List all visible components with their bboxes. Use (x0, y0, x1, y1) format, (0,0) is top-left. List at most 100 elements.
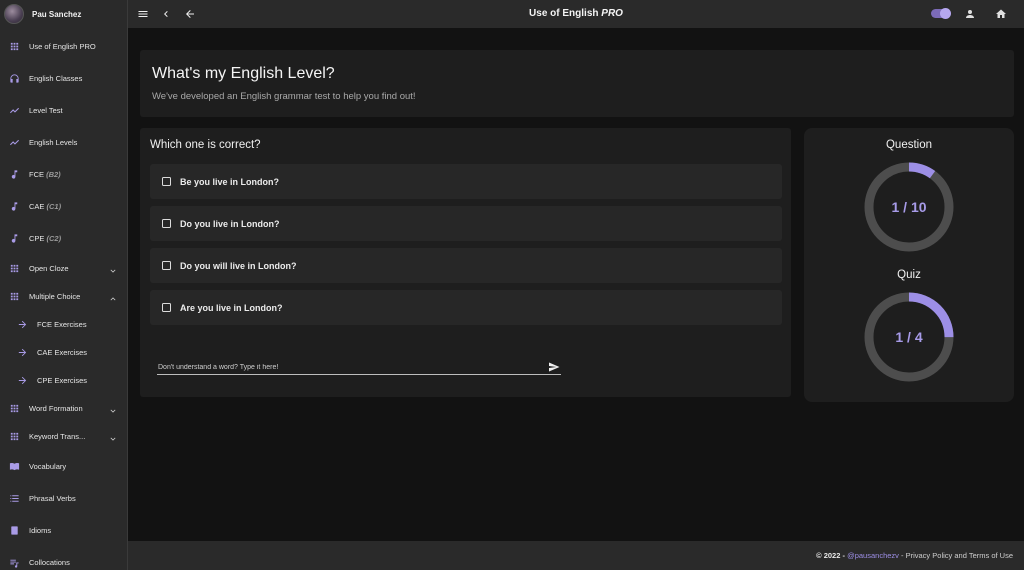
chevron-down-icon[interactable] (108, 263, 118, 273)
quiz-progress-text: 1 / 4 (895, 329, 923, 345)
footer-text: © 2022 - @pausanchezv - Privacy Policy a… (816, 551, 1013, 560)
arrow-right-icon (16, 318, 28, 330)
sidebar-item-label: Word Formation (29, 403, 83, 413)
sidebar-item-label: English Levels (29, 137, 78, 147)
chevron-down-icon[interactable] (108, 431, 118, 441)
arrow-right-icon (16, 374, 28, 386)
sidebar-item-english-levels[interactable]: English Levels (0, 131, 127, 153)
question-card: Which one is correct? Be you live in Lon… (140, 128, 791, 397)
answer-option-2[interactable]: Do you live in London? (150, 206, 782, 241)
sidebar-item-phrasal-verbs[interactable]: Phrasal Verbs (0, 487, 127, 509)
grid-icon (8, 40, 20, 52)
send-icon[interactable] (548, 360, 560, 372)
sidebar-item-label: CPE (C2) (29, 233, 62, 243)
sidebar-item-level: (C1) (46, 201, 62, 211)
sidebar-item-level: (B2) (46, 169, 61, 179)
answer-text: Are you live in London? (180, 302, 283, 313)
footer-policy-link[interactable]: Privacy Policy and Terms of Use (906, 551, 1013, 560)
theme-toggle[interactable] (931, 8, 951, 19)
sidebar-item-label: CAE (C1) (29, 201, 62, 211)
sidebar-item-fce-exercises[interactable]: FCE Exercises (0, 313, 127, 335)
sidebar-item-word-formation[interactable]: Word Formation (0, 397, 127, 419)
sidebar-item-cpe-exercises[interactable]: CPE Exercises (0, 369, 127, 391)
footer: © 2022 - @pausanchezv - Privacy Policy a… (128, 541, 1024, 570)
quiz-progress-label: Quiz (897, 269, 921, 281)
avatar[interactable] (4, 4, 24, 24)
music-note-icon (8, 168, 20, 180)
trend-line-icon (8, 136, 20, 148)
answer-checkbox[interactable] (162, 261, 171, 270)
sidebar-item-label: Level Test (29, 105, 63, 115)
answer-checkbox[interactable] (162, 177, 171, 186)
answer-option-3[interactable]: Do you will live in London? (150, 248, 782, 283)
sidebar-item-fce[interactable]: FCE (B2) (0, 163, 127, 185)
answer-text: Do you will live in London? (180, 260, 297, 271)
sidebar-item-label: CAE Exercises (37, 347, 88, 357)
grid-icon (8, 430, 20, 442)
answer-text: Do you live in London? (180, 218, 280, 229)
sidebar-item-cae[interactable]: CAE (C1) (0, 195, 127, 217)
sidebar: Pau Sanchez Use of English PRO English Cl… (0, 0, 128, 570)
sidebar-item-label: CPE Exercises (37, 375, 88, 385)
sidebar-item-vocabulary[interactable]: Vocabulary (0, 455, 127, 477)
music-note-icon (8, 200, 20, 212)
footer-copyright: © 2022 - (816, 551, 845, 560)
top-bar: Use of English PRO (128, 0, 1024, 28)
sidebar-item-label: FCE (B2) (29, 169, 61, 179)
playlist-icon (8, 556, 20, 568)
sidebar-item-label: Keyword Trans... (29, 431, 86, 441)
level-header-card: What's my English Level? We've developed… (140, 50, 1014, 117)
footer-handle-link[interactable]: @pausanchezv (847, 551, 899, 560)
sidebar-item-level: (C2) (46, 233, 62, 243)
theme-toggle-knob (940, 8, 951, 19)
sidebar-item-keyword-trans[interactable]: Keyword Trans... (0, 425, 127, 447)
sidebar-item-idioms[interactable]: Idioms (0, 519, 127, 541)
grid-icon (8, 262, 20, 274)
sidebar-item-label: Use of English PRO (29, 41, 96, 51)
headphones-icon (8, 72, 20, 84)
profile-name: Pau Sanchez (32, 9, 82, 19)
question-prompt: Which one is correct? (150, 139, 261, 151)
sidebar-item-label: Open Cloze (29, 263, 69, 273)
notebook-icon (8, 524, 20, 536)
app-title: Use of English PRO (128, 8, 1024, 19)
answer-option-4[interactable]: Are you live in London? (150, 290, 782, 325)
sidebar-item-label: FCE Exercises (37, 319, 87, 329)
sidebar-item-label: Multiple Choice (29, 291, 81, 301)
word-lookup-input[interactable] (157, 360, 561, 375)
book-icon (8, 460, 20, 472)
sidebar-item-open-cloze[interactable]: Open Cloze (0, 257, 127, 279)
chevron-down-icon[interactable] (108, 403, 118, 413)
sidebar-item-level-test[interactable]: Level Test (0, 99, 127, 121)
page-subtitle: We've developed an English grammar test … (152, 91, 416, 102)
sidebar-item-label: Collocations (29, 557, 70, 567)
music-note-icon (8, 232, 20, 244)
trend-line-icon (8, 104, 20, 116)
person-icon[interactable] (963, 7, 977, 21)
sidebar-item-cae-exercises[interactable]: CAE Exercises (0, 341, 127, 363)
sidebar-item-cpe[interactable]: CPE (C2) (0, 227, 127, 249)
app-title-suffix: PRO (601, 8, 623, 19)
answer-option-1[interactable]: Be you live in London? (150, 164, 782, 199)
sidebar-item-english-classes[interactable]: English Classes (0, 67, 127, 89)
sidebar-item-multiple-choice[interactable]: Multiple Choice (0, 285, 127, 307)
home-icon[interactable] (994, 7, 1008, 21)
list-icon (8, 492, 20, 504)
answer-checkbox[interactable] (162, 303, 171, 312)
sidebar-item-collocations[interactable]: Collocations (0, 551, 127, 570)
page-title: What's my English Level? (152, 65, 335, 82)
app-title-text: Use of English (529, 8, 599, 19)
answer-checkbox[interactable] (162, 219, 171, 228)
question-progress-label: Question (885, 139, 933, 151)
footer-separator: - (901, 551, 904, 560)
chevron-up-icon[interactable] (108, 291, 118, 301)
grid-icon (8, 290, 20, 302)
sidebar-item-label: Idioms (29, 525, 52, 535)
progress-card: Question 1 / 10 Quiz 1 / 4 (804, 128, 1014, 402)
profile[interactable]: Pau Sanchez (0, 0, 127, 28)
sidebar-item-label: Phrasal Verbs (29, 493, 76, 503)
sidebar-item-label: Vocabulary (29, 461, 67, 471)
sidebar-item-use-of-english-pro[interactable]: Use of English PRO (0, 35, 127, 57)
arrow-right-icon (16, 346, 28, 358)
grid-icon (8, 402, 20, 414)
